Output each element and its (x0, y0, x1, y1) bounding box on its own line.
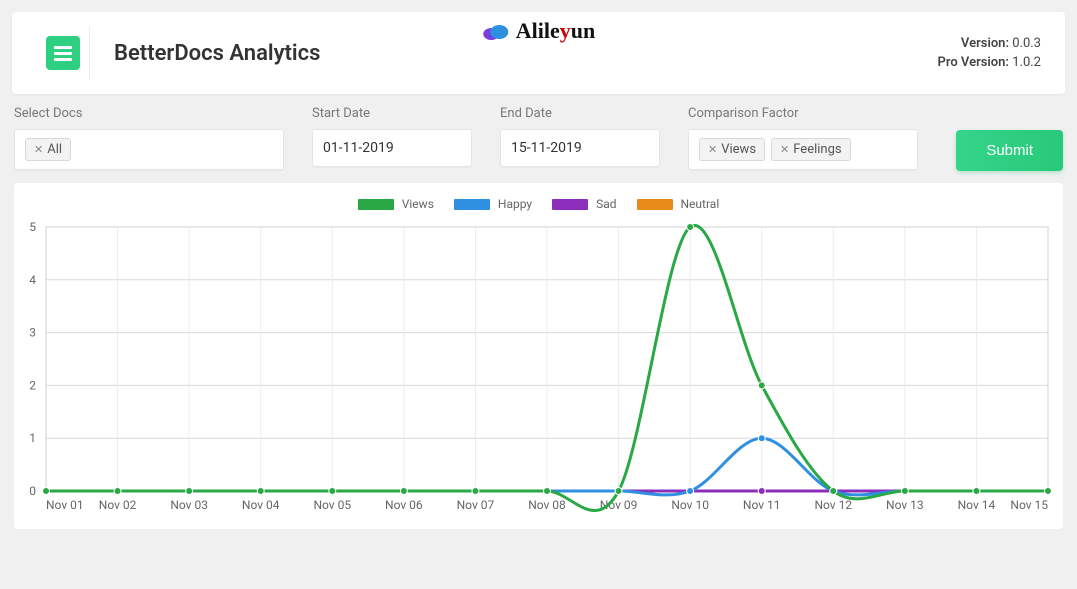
swatch-icon (454, 199, 490, 210)
legend-item-happy[interactable]: Happy (454, 197, 532, 211)
app-icon-box (36, 26, 90, 80)
chart-legend: Views Happy Sad Neutral (18, 191, 1059, 221)
end-date-label: End Date (500, 106, 660, 121)
docs-chip-all[interactable]: ✕All (25, 138, 71, 161)
page-title: BetterDocs Analytics (114, 41, 320, 66)
comparison-chip-feelings[interactable]: ✕Feelings (771, 138, 851, 161)
doc-icon (46, 36, 80, 70)
filters-row: Select Docs ✕All Start Date 01-11-2019 E… (0, 106, 1077, 183)
svg-text:4: 4 (29, 273, 36, 287)
svg-text:Nov 12: Nov 12 (814, 498, 852, 512)
chart-card: Views Happy Sad Neutral 0 1 2 3 4 5 Nov 01 Nov … (14, 183, 1063, 529)
select-docs-input[interactable]: ✕All (14, 129, 284, 170)
pro-version-value: 1.0.2 (1012, 55, 1041, 70)
brand-logo: Alileyun (482, 18, 595, 44)
legend-item-sad[interactable]: Sad (552, 197, 616, 211)
submit-button[interactable]: Submit (956, 130, 1063, 171)
svg-text:2: 2 (29, 378, 36, 392)
svg-text:Nov 09: Nov 09 (600, 498, 638, 512)
pro-version-label: Pro Version: (937, 55, 1009, 70)
svg-text:Nov 13: Nov 13 (886, 498, 924, 512)
close-icon[interactable]: ✕ (708, 143, 717, 156)
header-card: BetterDocs Analytics Alileyun Version: 0… (12, 12, 1065, 94)
versions: Version: 0.0.3 Pro Version: 1.0.2 (937, 34, 1041, 73)
comparison-chip-views[interactable]: ✕Views (699, 138, 765, 161)
svg-text:3: 3 (29, 326, 36, 340)
start-date-label: Start Date (312, 106, 472, 121)
svg-text:Nov 06: Nov 06 (385, 498, 423, 512)
svg-text:5: 5 (29, 221, 36, 234)
version-label: Version: (961, 36, 1009, 51)
svg-text:Nov 14: Nov 14 (958, 498, 996, 512)
start-date-column: Start Date 01-11-2019 (312, 106, 472, 167)
start-date-input[interactable]: 01-11-2019 (312, 129, 472, 167)
swatch-icon (358, 199, 394, 210)
svg-text:1: 1 (29, 431, 36, 445)
svg-text:Nov 10: Nov 10 (671, 498, 709, 512)
svg-text:Nov 04: Nov 04 (242, 498, 280, 512)
version-value: 0.0.3 (1012, 36, 1041, 51)
svg-text:Nov 01: Nov 01 (46, 498, 84, 512)
svg-text:Nov 03: Nov 03 (170, 498, 208, 512)
cloud-icon (482, 21, 510, 41)
end-date-column: End Date 15-11-2019 (500, 106, 660, 167)
legend-item-neutral[interactable]: Neutral (637, 197, 720, 211)
brand-text: Alileyun (516, 18, 595, 44)
close-icon[interactable]: ✕ (780, 143, 789, 156)
comparison-input[interactable]: ✕Views ✕Feelings (688, 129, 918, 170)
select-docs-column: Select Docs ✕All (14, 106, 284, 170)
select-docs-label: Select Docs (14, 106, 284, 121)
swatch-icon (637, 199, 673, 210)
comparison-column: Comparison Factor ✕Views ✕Feelings (688, 106, 918, 170)
legend-item-views[interactable]: Views (358, 197, 434, 211)
end-date-input[interactable]: 15-11-2019 (500, 129, 660, 167)
svg-text:Nov 11: Nov 11 (743, 498, 781, 512)
svg-text:Nov 07: Nov 07 (457, 498, 495, 512)
close-icon[interactable]: ✕ (34, 143, 43, 156)
submit-column: Submit (956, 106, 1063, 171)
comparison-label: Comparison Factor (688, 106, 918, 121)
analytics-chart: 0 1 2 3 4 5 Nov 01 Nov 02 Nov 03 Nov 04 Nov 05 Nov … (18, 221, 1058, 521)
svg-text:0: 0 (29, 484, 36, 498)
svg-text:Nov 05: Nov 05 (313, 498, 351, 512)
svg-text:Nov 15: Nov 15 (1010, 498, 1048, 512)
swatch-icon (552, 199, 588, 210)
svg-text:Nov 02: Nov 02 (99, 498, 137, 512)
svg-text:Nov 08: Nov 08 (528, 498, 566, 512)
